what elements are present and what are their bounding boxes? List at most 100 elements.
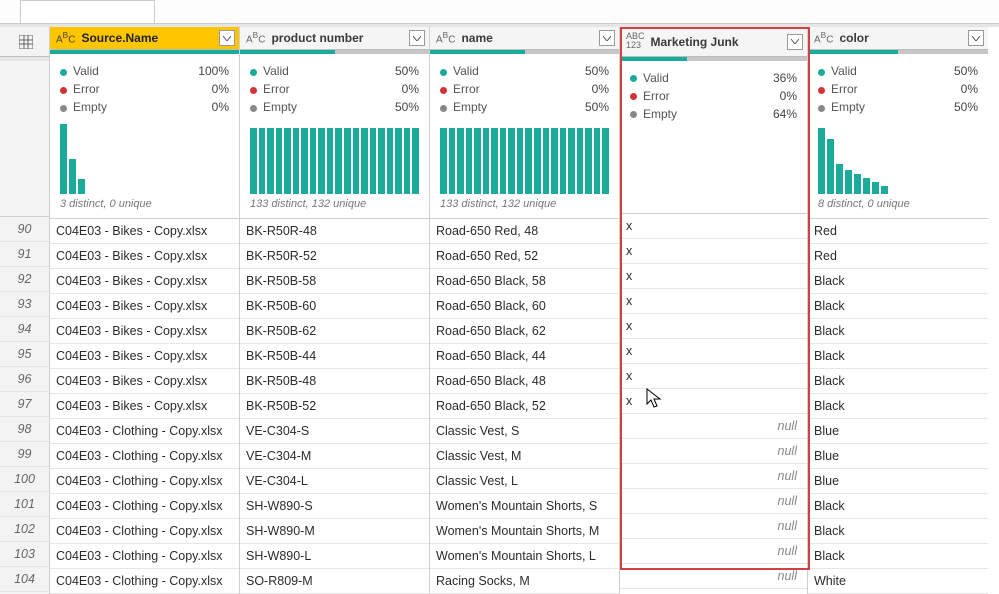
cell[interactable]: BK-R50R-48 — [240, 219, 429, 244]
row-number[interactable]: 90 — [0, 217, 49, 242]
column-header-name[interactable]: ABCname — [430, 27, 619, 50]
cell[interactable]: Women's Mountain Shorts, M — [430, 519, 619, 544]
cell[interactable]: BK-R50B-44 — [240, 344, 429, 369]
column-header-source_name[interactable]: ABCSource.Name — [50, 27, 239, 50]
cell[interactable]: Black — [808, 544, 988, 569]
cell[interactable]: x — [620, 389, 807, 414]
cell[interactable]: Black — [808, 519, 988, 544]
row-number[interactable]: 91 — [0, 242, 49, 267]
cell[interactable]: Black — [808, 369, 988, 394]
cell[interactable]: Road-650 Red, 52 — [430, 244, 619, 269]
filter-dropdown[interactable] — [599, 30, 615, 46]
filter-dropdown[interactable] — [787, 34, 803, 50]
cell[interactable]: Classic Vest, M — [430, 444, 619, 469]
cell[interactable]: C04E03 - Clothing - Copy.xlsx — [50, 469, 239, 494]
row-number[interactable]: 100 — [0, 467, 49, 492]
cell[interactable]: Road-650 Black, 48 — [430, 369, 619, 394]
row-number[interactable]: 102 — [0, 517, 49, 542]
cell[interactable]: x — [620, 314, 807, 339]
row-number[interactable]: 101 — [0, 492, 49, 517]
cell[interactable]: VE-C304-M — [240, 444, 429, 469]
cell[interactable]: null — [620, 564, 807, 589]
cell[interactable]: BK-R50B-60 — [240, 294, 429, 319]
cell[interactable]: C04E03 - Bikes - Copy.xlsx — [50, 319, 239, 344]
cell[interactable]: null — [620, 464, 807, 489]
row-number[interactable]: 99 — [0, 442, 49, 467]
cell[interactable]: C04E03 - Bikes - Copy.xlsx — [50, 294, 239, 319]
cell[interactable]: SO-R809-M — [240, 569, 429, 594]
cell[interactable]: Road-650 Black, 52 — [430, 394, 619, 419]
cell[interactable]: null — [620, 439, 807, 464]
cell[interactable]: VE-C304-S — [240, 419, 429, 444]
cell[interactable]: Road-650 Black, 44 — [430, 344, 619, 369]
cell[interactable]: C04E03 - Bikes - Copy.xlsx — [50, 344, 239, 369]
cell[interactable]: Blue — [808, 469, 988, 494]
cell[interactable]: C04E03 - Clothing - Copy.xlsx — [50, 519, 239, 544]
cell[interactable]: Black — [808, 344, 988, 369]
filter-dropdown[interactable] — [409, 30, 425, 46]
cell[interactable]: BK-R50B-52 — [240, 394, 429, 419]
cell[interactable]: C04E03 - Clothing - Copy.xlsx — [50, 569, 239, 594]
cell[interactable]: null — [620, 539, 807, 564]
cell[interactable]: Black — [808, 294, 988, 319]
cell[interactable]: x — [620, 289, 807, 314]
cell[interactable]: BK-R50R-52 — [240, 244, 429, 269]
cell[interactable]: Red — [808, 219, 988, 244]
cell[interactable]: C04E03 - Bikes - Copy.xlsx — [50, 244, 239, 269]
row-number[interactable]: 104 — [0, 567, 49, 592]
cell[interactable]: C04E03 - Bikes - Copy.xlsx — [50, 269, 239, 294]
cell[interactable]: C04E03 - Clothing - Copy.xlsx — [50, 544, 239, 569]
cell[interactable]: Women's Mountain Shorts, S — [430, 494, 619, 519]
cell[interactable]: SH-W890-L — [240, 544, 429, 569]
filter-dropdown[interactable] — [219, 30, 235, 46]
cell[interactable]: Road-650 Black, 62 — [430, 319, 619, 344]
cell[interactable]: C04E03 - Bikes - Copy.xlsx — [50, 394, 239, 419]
cell[interactable]: Blue — [808, 444, 988, 469]
cell[interactable]: null — [620, 514, 807, 539]
select-all-header[interactable] — [0, 27, 49, 57]
cell[interactable]: Women's Mountain Shorts, L — [430, 544, 619, 569]
cell[interactable]: Black — [808, 269, 988, 294]
cell[interactable]: x — [620, 339, 807, 364]
cell[interactable]: Red — [808, 244, 988, 269]
cell[interactable]: null — [620, 414, 807, 439]
column-header-color[interactable]: ABCcolor — [808, 27, 988, 50]
cell[interactable]: Black — [808, 394, 988, 419]
cell[interactable]: Road-650 Black, 58 — [430, 269, 619, 294]
cell[interactable]: C04E03 - Clothing - Copy.xlsx — [50, 444, 239, 469]
cell[interactable]: x — [620, 239, 807, 264]
row-number[interactable]: 93 — [0, 292, 49, 317]
column-header-product_number[interactable]: ABCproduct number — [240, 27, 429, 50]
row-number[interactable]: 95 — [0, 342, 49, 367]
cell[interactable]: Black — [808, 494, 988, 519]
row-number[interactable]: 103 — [0, 542, 49, 567]
row-number[interactable]: 94 — [0, 317, 49, 342]
cell[interactable]: BK-R50B-58 — [240, 269, 429, 294]
cell[interactable]: BK-R50B-48 — [240, 369, 429, 394]
filter-dropdown[interactable] — [968, 30, 984, 46]
cell[interactable]: Racing Socks, M — [430, 569, 619, 594]
row-number[interactable]: 97 — [0, 392, 49, 417]
cell[interactable]: C04E03 - Bikes - Copy.xlsx — [50, 369, 239, 394]
cell[interactable]: null — [620, 489, 807, 514]
row-number[interactable]: 96 — [0, 367, 49, 392]
row-number[interactable]: 92 — [0, 267, 49, 292]
cell[interactable]: x — [620, 214, 807, 239]
cell[interactable]: BK-R50B-62 — [240, 319, 429, 344]
cell[interactable]: VE-C304-L — [240, 469, 429, 494]
cell[interactable]: Road-650 Red, 48 — [430, 219, 619, 244]
cell[interactable]: Black — [808, 319, 988, 344]
cell[interactable]: Classic Vest, S — [430, 419, 619, 444]
cell[interactable]: C04E03 - Bikes - Copy.xlsx — [50, 219, 239, 244]
cell[interactable]: SH-W890-M — [240, 519, 429, 544]
cell[interactable]: x — [620, 364, 807, 389]
active-tab[interactable] — [20, 0, 155, 23]
cell[interactable]: C04E03 - Clothing - Copy.xlsx — [50, 494, 239, 519]
cell[interactable]: C04E03 - Clothing - Copy.xlsx — [50, 419, 239, 444]
column-header-marketing_junk[interactable]: ABC123Marketing Junk — [620, 27, 807, 57]
row-number[interactable]: 98 — [0, 417, 49, 442]
cell[interactable]: Classic Vest, L — [430, 469, 619, 494]
cell[interactable]: Blue — [808, 419, 988, 444]
cell[interactable]: SH-W890-S — [240, 494, 429, 519]
cell[interactable]: White — [808, 569, 988, 594]
